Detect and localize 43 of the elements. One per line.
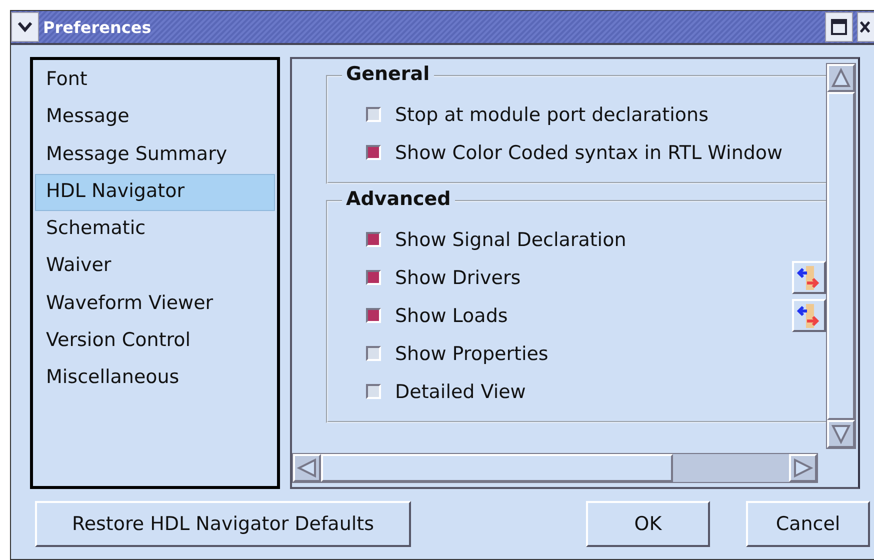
checkbox[interactable] [366,384,381,399]
maximize-button[interactable] [825,12,853,42]
menu-button[interactable] [11,12,39,42]
horizontal-scrollbar[interactable] [292,453,818,483]
checkbox[interactable] [366,308,381,323]
arrow-icon [830,423,852,445]
category-item[interactable]: Waveform Viewer [35,286,275,324]
maximize-icon [831,19,847,35]
checkbox[interactable] [366,346,381,361]
tool-icon [797,302,821,328]
restore-defaults-button[interactable]: Restore HDL Navigator Defaults [35,501,411,547]
close-icon [860,19,870,35]
option-label: Show Loads [395,304,508,326]
arrow-icon [830,67,852,89]
category-item[interactable]: Font [35,62,275,100]
checkbox[interactable] [366,232,381,247]
checkbox[interactable] [366,270,381,285]
cancel-button[interactable]: Cancel [746,501,870,547]
category-item[interactable]: Message [35,99,275,137]
option-label: Stop at module port declarations [395,104,708,126]
category-item[interactable]: Miscellaneous [35,360,275,398]
option-label: Show Signal Declaration [395,228,626,250]
category-item[interactable]: Waiver [35,248,275,286]
tool-button[interactable] [792,261,826,294]
close-button[interactable] [857,12,874,42]
category-item[interactable]: Message Summary [35,136,275,174]
option-label: Show Properties [395,342,548,364]
window-title: Preferences [43,18,152,36]
category-item[interactable]: Version Control [35,323,275,360]
option-label: Detailed View [395,380,526,402]
checkbox[interactable] [366,107,381,122]
checkbox[interactable] [366,145,381,160]
tool-button[interactable] [792,299,826,332]
tool-icon [797,264,821,290]
option-label: Show Drivers [395,266,521,288]
arrow-icon [296,457,318,479]
arrow-icon [792,457,814,479]
chevron-icon [17,21,33,33]
category-item[interactable]: HDL Navigator [35,174,275,212]
option-label: Show Color Coded syntax in RTL Window [395,142,783,164]
vertical-scrollbar[interactable] [826,63,856,449]
category-item[interactable]: Schematic [35,211,275,248]
ok-button[interactable]: OK [586,501,710,547]
